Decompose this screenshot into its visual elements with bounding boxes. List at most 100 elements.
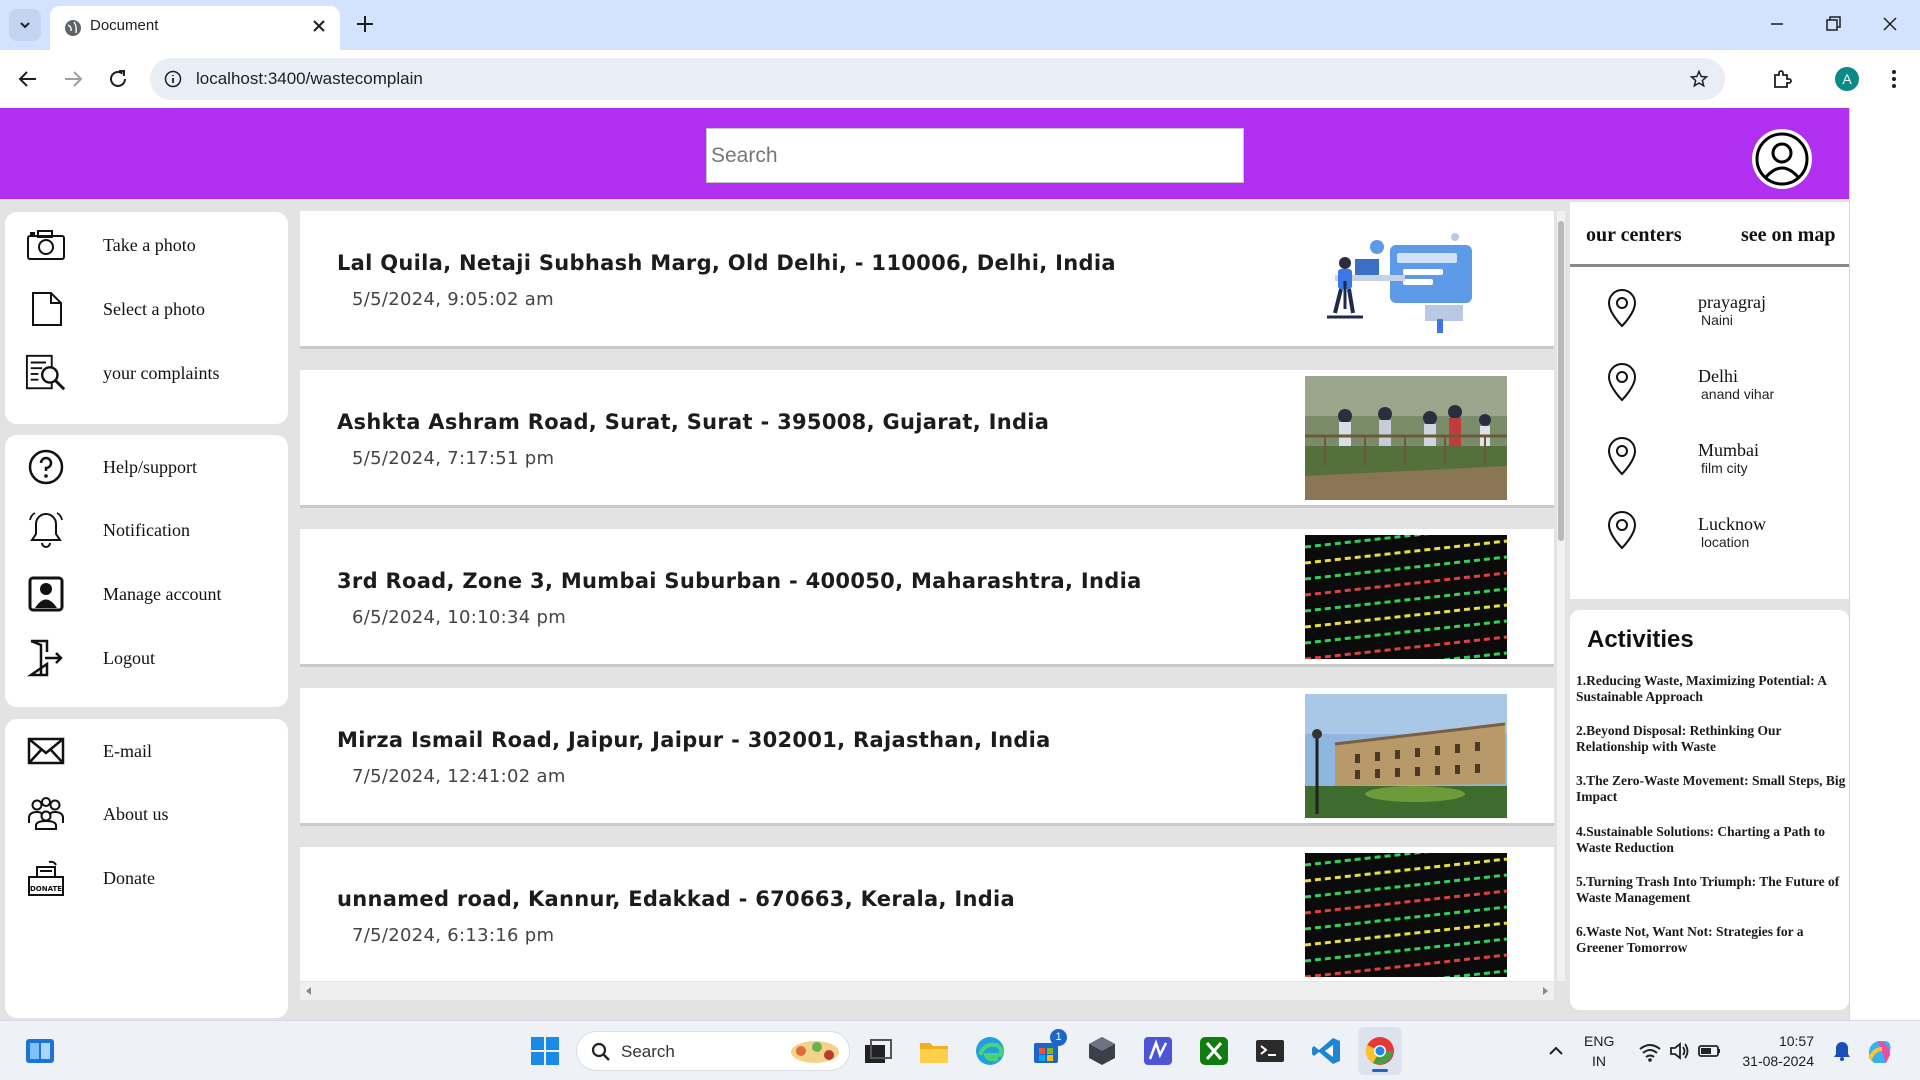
file-icon bbox=[25, 288, 67, 330]
complaint-image bbox=[1305, 376, 1507, 500]
microsoft-store-icon[interactable]: 1 bbox=[1030, 1029, 1067, 1067]
page-right-margin bbox=[1849, 108, 1920, 1020]
clock-time[interactable]: 10:57 bbox=[1750, 1033, 1814, 1049]
complaint-date: 5/5/2024, 7:17:51 pm bbox=[352, 448, 555, 469]
battery-icon[interactable] bbox=[1694, 1035, 1726, 1067]
region-indicator[interactable]: IN bbox=[1592, 1053, 1606, 1069]
store-badge: 1 bbox=[1050, 1029, 1067, 1046]
complaint-image bbox=[1305, 694, 1507, 818]
minimize-icon[interactable] bbox=[1765, 12, 1789, 36]
taskbar-search[interactable]: Search bbox=[576, 1031, 850, 1071]
complaint-card[interactable]: 3rd Road, Zone 3, Mumbai Suburban - 4000… bbox=[300, 529, 1554, 667]
sidebar-item-email[interactable]: E-mail bbox=[25, 729, 285, 773]
search-input[interactable] bbox=[706, 128, 1244, 183]
sidebar-item-label: Help/support bbox=[103, 456, 197, 477]
complaint-card[interactable]: unnamed road, Kannur, Edakkad - 670663, … bbox=[300, 847, 1554, 981]
copilot-icon[interactable] bbox=[1864, 1035, 1896, 1067]
sidebar-item-label: your complaints bbox=[103, 362, 220, 383]
xbox-icon[interactable] bbox=[1198, 1035, 1230, 1067]
extensions-icon[interactable] bbox=[1770, 67, 1794, 91]
browser-tab[interactable]: Document bbox=[50, 6, 340, 50]
tab-title: Document bbox=[90, 17, 159, 34]
menu-kebab-icon[interactable] bbox=[1882, 67, 1906, 91]
vertical-scrollbar[interactable] bbox=[1557, 211, 1565, 981]
complaint-address: 3rd Road, Zone 3, Mumbai Suburban - 4000… bbox=[337, 569, 1142, 593]
activity-link[interactable]: 6.Waste Not, Want Not: Strategies for a … bbox=[1576, 924, 1849, 956]
notification-bell-icon[interactable] bbox=[1826, 1035, 1858, 1067]
back-arrow-icon[interactable] bbox=[16, 67, 40, 91]
activity-link[interactable]: 5.Turning Trash Into Triumph: The Future… bbox=[1576, 874, 1849, 906]
user-circle-icon bbox=[1755, 132, 1809, 186]
restore-icon[interactable] bbox=[1821, 12, 1845, 36]
sidebar-item-donate[interactable]: DONATE Donate bbox=[25, 856, 285, 900]
sidebar-item-your-complaints[interactable]: your complaints bbox=[25, 351, 285, 395]
vscode-icon[interactable] bbox=[1310, 1035, 1342, 1067]
complaint-address: unnamed road, Kannur, Edakkad - 670663, … bbox=[337, 887, 1015, 911]
windows-start-icon[interactable] bbox=[529, 1035, 561, 1067]
sidebar-card-actions: Take a photo Select a photo your complai… bbox=[5, 212, 288, 424]
sidebar-item-help[interactable]: Help/support bbox=[25, 445, 285, 489]
language-indicator[interactable]: ENG bbox=[1584, 1033, 1614, 1049]
clock-date[interactable]: 31-08-2024 bbox=[1736, 1053, 1814, 1069]
scroll-left-icon[interactable] bbox=[304, 986, 314, 996]
edge-browser-icon[interactable] bbox=[974, 1035, 1006, 1067]
complaint-address: Lal Quila, Netaji Subhash Marg, Old Delh… bbox=[337, 251, 1116, 275]
activity-link[interactable]: 2.Beyond Disposal: Rethinking Our Relati… bbox=[1576, 723, 1849, 755]
sidebar-item-select-photo[interactable]: Select a photo bbox=[25, 287, 285, 331]
sidebar-item-take-photo[interactable]: Take a photo bbox=[25, 223, 285, 267]
chevron-up-icon[interactable] bbox=[1540, 1035, 1572, 1067]
volume-icon[interactable] bbox=[1664, 1035, 1696, 1067]
terminal-icon[interactable] bbox=[1254, 1035, 1286, 1067]
wifi-icon[interactable] bbox=[1634, 1035, 1666, 1067]
site-info-icon[interactable] bbox=[164, 70, 182, 88]
file-explorer-icon[interactable] bbox=[918, 1035, 950, 1067]
new-tab-icon[interactable] bbox=[353, 12, 377, 36]
center-item[interactable]: Delhi anand vihar bbox=[1606, 362, 1836, 412]
center-item[interactable]: prayagraj Naini bbox=[1606, 288, 1836, 338]
help-icon bbox=[25, 446, 67, 488]
sidebar-item-about-us[interactable]: About us bbox=[25, 792, 285, 836]
center-city: Delhi bbox=[1698, 366, 1738, 386]
bookmark-star-icon[interactable] bbox=[1689, 69, 1709, 89]
forward-arrow-icon[interactable] bbox=[61, 67, 85, 91]
active-app-indicator bbox=[1372, 1069, 1388, 1072]
sidebar-item-manage-account[interactable]: Manage account bbox=[25, 572, 285, 616]
center-item[interactable]: Mumbai film city bbox=[1606, 436, 1836, 486]
complaint-image bbox=[1305, 535, 1507, 659]
scroll-right-icon[interactable] bbox=[1540, 986, 1550, 996]
horizontal-scrollbar[interactable] bbox=[300, 982, 1554, 1000]
profile-avatar[interactable]: A bbox=[1835, 67, 1859, 91]
center-city: prayagraj bbox=[1698, 292, 1766, 312]
complaint-card[interactable]: Mirza Ismail Road, Jaipur, Jaipur - 3020… bbox=[300, 688, 1554, 826]
center-item[interactable]: Lucknow location bbox=[1606, 510, 1836, 560]
camera-icon bbox=[25, 224, 67, 266]
tab-see-on-map[interactable]: see on map bbox=[1741, 224, 1835, 247]
tab-search-dropdown[interactable] bbox=[9, 9, 41, 41]
reload-icon[interactable] bbox=[106, 67, 130, 91]
complaint-card[interactable]: Ashkta Ashram Road, Surat, Surat - 39500… bbox=[300, 370, 1554, 508]
center-sublocation: anand vihar bbox=[1701, 386, 1775, 402]
complaint-date: 7/5/2024, 12:41:02 am bbox=[352, 766, 566, 787]
complaints-list[interactable]: Lal Quila, Netaji Subhash Marg, Old Delh… bbox=[300, 211, 1554, 981]
complaints-search-icon bbox=[25, 352, 67, 394]
widgets-icon[interactable] bbox=[24, 1035, 56, 1067]
app-cube-icon[interactable] bbox=[1086, 1035, 1118, 1067]
window-close-icon[interactable] bbox=[1878, 12, 1902, 36]
close-icon[interactable] bbox=[310, 17, 328, 35]
location-pin-icon bbox=[1607, 362, 1637, 402]
omnibox[interactable]: localhost:3400/wastecomplain bbox=[150, 58, 1725, 100]
activity-link[interactable]: 4.Sustainable Solutions: Charting a Path… bbox=[1576, 824, 1849, 856]
activity-link[interactable]: 3.The Zero-Waste Movement: Small Steps, … bbox=[1576, 773, 1849, 805]
people-icon bbox=[25, 793, 67, 835]
tab-our-centers[interactable]: our centers bbox=[1586, 224, 1682, 247]
chrome-active-icon[interactable] bbox=[1358, 1027, 1402, 1075]
scrollbar-thumb[interactable] bbox=[1558, 221, 1564, 541]
sidebar-item-logout[interactable]: Logout bbox=[25, 636, 285, 680]
user-profile-button[interactable] bbox=[1752, 129, 1812, 189]
complaint-card[interactable]: Lal Quila, Netaji Subhash Marg, Old Delh… bbox=[300, 211, 1554, 349]
activity-link[interactable]: 1.Reducing Waste, Maximizing Potential: … bbox=[1576, 673, 1849, 705]
pen-app-icon[interactable] bbox=[1142, 1035, 1174, 1067]
sidebar-item-notification[interactable]: Notification bbox=[25, 508, 285, 552]
task-view-icon[interactable] bbox=[862, 1035, 894, 1067]
location-pin-icon bbox=[1607, 510, 1637, 550]
